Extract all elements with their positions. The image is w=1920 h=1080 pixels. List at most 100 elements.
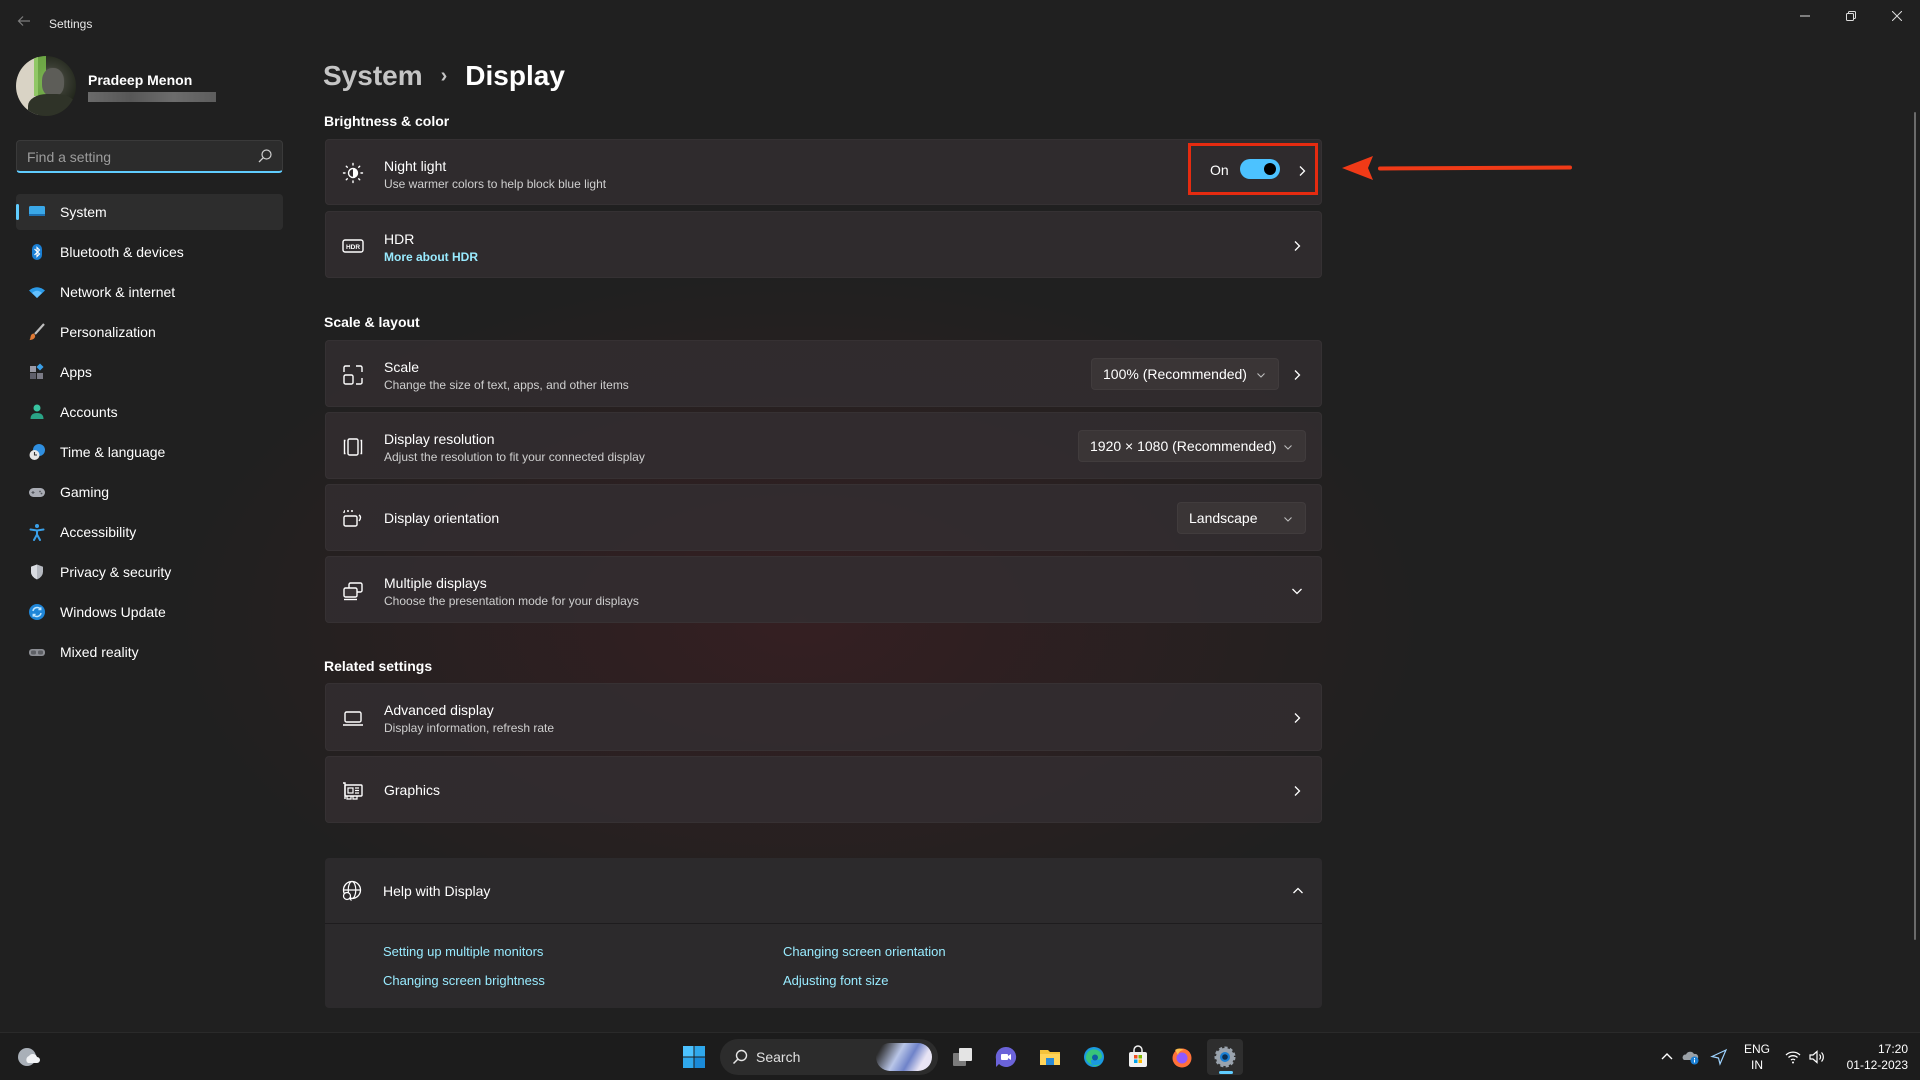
sidebar-item-bluetooth[interactable]: Bluetooth & devices bbox=[16, 234, 283, 270]
hdr-title: HDR bbox=[384, 231, 415, 247]
sidebar-nav: System Bluetooth & devices Network & int… bbox=[16, 194, 283, 674]
chevron-down-icon bbox=[1284, 517, 1292, 522]
sidebar-item-network[interactable]: Network & internet bbox=[16, 274, 283, 310]
accessibility-icon bbox=[29, 524, 45, 541]
search-input[interactable] bbox=[27, 147, 247, 167]
show-hidden-icons-chevron[interactable] bbox=[1658, 1048, 1676, 1066]
find-setting-search[interactable] bbox=[16, 140, 283, 173]
breadcrumb-parent[interactable]: System bbox=[323, 60, 423, 92]
input-language[interactable]: ENG IN bbox=[1740, 1041, 1774, 1073]
help-header[interactable]: Help with Display bbox=[325, 858, 1322, 924]
clock-time: 17:20 bbox=[1877, 1042, 1908, 1056]
chevron-right-icon[interactable] bbox=[1296, 165, 1308, 177]
sidebar-item-personalization[interactable]: Personalization bbox=[16, 314, 283, 350]
start-button[interactable] bbox=[676, 1039, 712, 1075]
sidebar-item-label: System bbox=[60, 204, 107, 220]
location-icon[interactable] bbox=[1710, 1048, 1728, 1066]
back-button[interactable] bbox=[14, 14, 34, 34]
night-light-subtitle: Use warmer colors to help block blue lig… bbox=[384, 177, 607, 191]
chevron-right-icon[interactable] bbox=[1291, 369, 1303, 381]
settings-gear-icon bbox=[1214, 1046, 1236, 1068]
volume-icon[interactable] bbox=[1808, 1048, 1826, 1066]
resolution-icon bbox=[343, 438, 363, 456]
globe-clock-icon bbox=[29, 444, 45, 460]
orientation-dropdown-value: Landscape bbox=[1189, 510, 1258, 526]
night-light-toggle[interactable] bbox=[1240, 159, 1280, 179]
multiple-displays-card[interactable]: Multiple displays Choose the presentatio… bbox=[325, 556, 1322, 623]
help-globe-icon bbox=[342, 880, 362, 901]
graphics-card[interactable]: Graphics bbox=[325, 756, 1322, 823]
edge-icon bbox=[1084, 1047, 1104, 1067]
sidebar-item-system[interactable]: System bbox=[16, 194, 283, 230]
toggle-knob bbox=[1264, 163, 1276, 175]
sidebar-item-accessibility[interactable]: Accessibility bbox=[16, 514, 283, 550]
onedrive-info-icon[interactable] bbox=[1682, 1048, 1700, 1066]
settings-app-button[interactable] bbox=[1207, 1039, 1243, 1075]
vertical-scrollbar[interactable] bbox=[1914, 112, 1916, 940]
close-button[interactable] bbox=[1874, 0, 1920, 32]
firefox-button[interactable] bbox=[1164, 1039, 1200, 1075]
apps-icon bbox=[30, 363, 44, 379]
search-icon[interactable] bbox=[258, 149, 272, 163]
task-view-button[interactable] bbox=[945, 1039, 981, 1075]
night-light-card[interactable]: Night light Use warmer colors to help bl… bbox=[325, 139, 1322, 205]
profile-name: Pradeep Menon bbox=[88, 72, 193, 88]
file-explorer-button[interactable] bbox=[1032, 1039, 1068, 1075]
clock[interactable]: 17:20 01-12-2023 bbox=[1836, 1041, 1908, 1073]
sidebar-item-apps[interactable]: Apps bbox=[16, 354, 283, 390]
chevron-down-icon[interactable] bbox=[1291, 585, 1303, 597]
night-light-highlight-box: On bbox=[1188, 143, 1318, 195]
restore-icon bbox=[1846, 11, 1856, 21]
display-resolution-card: Display resolution Adjust the resolution… bbox=[325, 412, 1322, 479]
headset-icon bbox=[29, 649, 45, 656]
sidebar-item-label: Accounts bbox=[60, 404, 118, 420]
sidebar-item-label: Time & language bbox=[60, 444, 166, 460]
update-icon bbox=[29, 604, 45, 620]
night-light-title: Night light bbox=[384, 158, 447, 174]
display-orientation-card: Display orientation Landscape bbox=[325, 484, 1322, 551]
chevron-right-icon bbox=[1294, 713, 1301, 723]
wifi-icon[interactable] bbox=[1784, 1048, 1802, 1066]
sidebar-item-mixed-reality[interactable]: Mixed reality bbox=[16, 634, 283, 670]
taskbar-search[interactable]: Search bbox=[720, 1039, 938, 1075]
language-code: ENG bbox=[1743, 1042, 1770, 1056]
sidebar-item-accounts[interactable]: Accounts bbox=[16, 394, 283, 430]
user-profile[interactable]: Pradeep Menon bbox=[16, 56, 296, 116]
title-bar: Settings bbox=[0, 0, 1920, 48]
teams-chat-button[interactable] bbox=[988, 1039, 1024, 1075]
hdr-icon: HDR bbox=[342, 239, 364, 253]
sidebar-item-label: Privacy & security bbox=[60, 564, 172, 580]
resolution-dropdown[interactable]: 1920 × 1080 (Recommended) bbox=[1078, 430, 1306, 462]
chevron-right-icon bbox=[1294, 241, 1301, 251]
settings-window: Settings Pradeep Menon System Bluetooth … bbox=[0, 0, 1920, 1032]
multiple-displays-subtitle: Choose the presentation mode for your di… bbox=[384, 594, 639, 608]
help-link-font-size[interactable]: Adjusting font size bbox=[783, 973, 889, 988]
help-link-screen-orientation[interactable]: Changing screen orientation bbox=[783, 944, 946, 959]
orientation-title: Display orientation bbox=[384, 510, 500, 526]
more-about-hdr-link[interactable]: More about HDR bbox=[384, 250, 478, 264]
microsoft-store-button[interactable] bbox=[1120, 1039, 1156, 1075]
hdr-card[interactable]: HDR HDR More about HDR bbox=[325, 211, 1322, 278]
monitor-icon bbox=[29, 206, 45, 216]
sidebar-item-time-language[interactable]: Time & language bbox=[16, 434, 283, 470]
sidebar-item-gaming[interactable]: Gaming bbox=[16, 474, 283, 510]
weather-widget[interactable] bbox=[10, 1039, 46, 1075]
brush-icon bbox=[29, 323, 45, 341]
help-link-multiple-monitors[interactable]: Setting up multiple monitors bbox=[383, 944, 543, 959]
chevron-up-icon[interactable] bbox=[1292, 885, 1304, 897]
scale-dropdown[interactable]: 100% (Recommended) bbox=[1091, 358, 1279, 390]
minimize-button[interactable] bbox=[1782, 0, 1828, 32]
scale-card[interactable]: Scale Change the size of text, apps, and… bbox=[325, 340, 1322, 407]
sidebar-item-label: Apps bbox=[60, 364, 92, 380]
sidebar-item-windows-update[interactable]: Windows Update bbox=[16, 594, 283, 630]
orientation-dropdown[interactable]: Landscape bbox=[1177, 502, 1306, 534]
advanced-display-card[interactable]: Advanced display Display information, re… bbox=[325, 683, 1322, 751]
shield-icon bbox=[31, 564, 43, 580]
sidebar-item-privacy-security[interactable]: Privacy & security bbox=[16, 554, 283, 590]
help-link-screen-brightness[interactable]: Changing screen brightness bbox=[383, 973, 545, 988]
avatar bbox=[16, 56, 76, 116]
restore-button[interactable] bbox=[1828, 0, 1874, 32]
person-icon bbox=[30, 404, 44, 419]
graphics-title: Graphics bbox=[384, 782, 441, 798]
edge-button[interactable] bbox=[1076, 1039, 1112, 1075]
